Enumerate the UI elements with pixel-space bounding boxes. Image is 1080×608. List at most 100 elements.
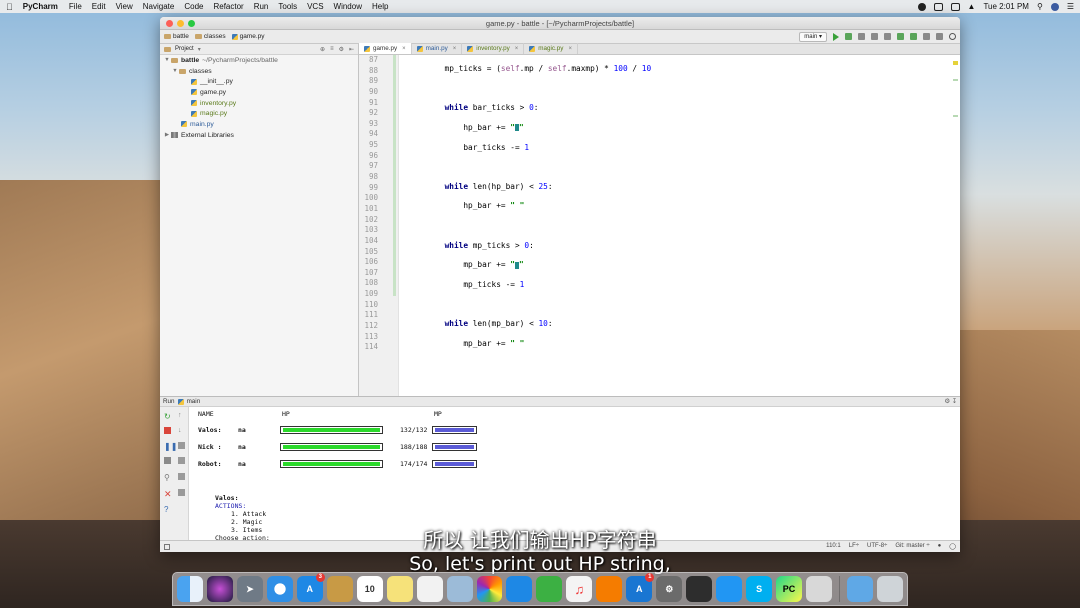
hide-panel-icon[interactable]: ⇤ — [349, 46, 354, 53]
close-tab-icon[interactable]: × — [453, 46, 457, 52]
clock[interactable]: Tue 2:01 PM — [983, 2, 1029, 11]
tree-item-inventory-py[interactable]: inventory.py — [160, 98, 358, 109]
collapse-all-icon[interactable]: ≡ — [330, 46, 334, 53]
launchpad-icon[interactable]: ➤ — [236, 576, 263, 602]
run-configuration-select[interactable]: main ▾ — [799, 31, 827, 42]
chevron-down-icon[interactable]: ▾ — [198, 46, 201, 53]
hide-panel-icon[interactable]: ↧ — [952, 398, 957, 405]
quicktime-icon[interactable] — [686, 576, 713, 602]
tree-item-external-libraries[interactable]: ▶ External Libraries — [160, 130, 358, 141]
gear-icon[interactable]: ⚙ — [339, 46, 344, 53]
menu-file[interactable]: File — [69, 2, 82, 11]
coverage-icon[interactable] — [858, 33, 865, 40]
apple-menu-icon[interactable]:  — [6, 2, 13, 12]
change-marker[interactable] — [953, 79, 958, 81]
menu-help[interactable]: Help — [372, 2, 388, 11]
vcs-update-icon[interactable] — [897, 33, 904, 40]
tab-game-py[interactable]: game.py × — [359, 43, 412, 54]
run-panel-config[interactable]: main — [187, 398, 201, 405]
notes-icon[interactable] — [326, 576, 353, 602]
reminders-icon[interactable] — [416, 576, 443, 602]
menu-run[interactable]: Run — [254, 2, 269, 11]
print-icon[interactable] — [178, 473, 185, 480]
vcs-revert-icon[interactable] — [936, 33, 943, 40]
messages-icon[interactable] — [716, 576, 743, 602]
spotlight-search-icon[interactable]: ⚲ — [1037, 2, 1043, 11]
breadcrumb-classes[interactable]: classes — [194, 33, 226, 40]
clear-all-icon[interactable] — [178, 489, 185, 496]
breadcrumb-battle[interactable]: battle — [164, 33, 189, 40]
zoom-window-button[interactable] — [188, 20, 195, 27]
display-icon[interactable] — [933, 2, 943, 11]
close-tab-icon[interactable]: × — [402, 46, 406, 52]
collapsed-arrow-icon[interactable]: ▶ — [163, 132, 171, 138]
expanded-arrow-icon[interactable]: ▼ — [171, 68, 179, 74]
tree-item-classes[interactable]: ▼ classes — [160, 66, 358, 77]
menu-tools[interactable]: Tools — [278, 2, 297, 11]
arrow-up-icon[interactable]: ↑ — [178, 412, 185, 419]
pycharm-icon[interactable]: PC — [776, 576, 803, 602]
finder-icon[interactable] — [177, 576, 203, 602]
record-icon[interactable] — [917, 2, 926, 11]
menu-navigate[interactable]: Navigate — [143, 2, 175, 11]
search-everywhere-icon[interactable] — [949, 33, 956, 40]
close-icon[interactable]: ✕ — [164, 489, 172, 499]
tab-magic-py[interactable]: magic.py × — [524, 43, 578, 54]
vcs-commit-icon[interactable] — [910, 33, 917, 40]
menu-refactor[interactable]: Refactor — [213, 2, 243, 11]
system-preferences-icon[interactable]: ⚙ — [656, 576, 683, 602]
menu-code[interactable]: Code — [184, 2, 203, 11]
menu-view[interactable]: View — [116, 2, 133, 11]
help-icon[interactable]: ? — [164, 505, 171, 514]
rerun-icon[interactable]: ↻ — [164, 412, 171, 421]
close-window-button[interactable] — [166, 20, 173, 27]
vcs-history-icon[interactable] — [923, 33, 930, 40]
messages-blue-icon[interactable] — [506, 576, 533, 602]
airplay-icon[interactable] — [950, 2, 960, 11]
ibooks-icon[interactable] — [596, 576, 623, 602]
soft-wrap-icon[interactable] — [178, 442, 185, 449]
facetime-icon[interactable] — [536, 576, 563, 602]
minimize-window-button[interactable] — [177, 20, 184, 27]
app-store-blue-icon[interactable]: A3 — [296, 573, 325, 602]
pause-icon[interactable]: ❚❚ — [164, 442, 177, 451]
project-view-select[interactable]: Project — [175, 46, 194, 52]
siri-icon[interactable] — [206, 576, 233, 602]
itunes-icon[interactable]: ♫ — [566, 576, 593, 602]
warning-marker[interactable] — [953, 61, 958, 65]
app-store-icon[interactable]: A1 — [626, 573, 655, 602]
safari-icon[interactable] — [266, 576, 293, 602]
stickies-icon[interactable] — [386, 576, 413, 602]
pin-icon[interactable]: ⚲ — [164, 473, 171, 482]
wifi-icon[interactable]: ▲ — [968, 2, 976, 11]
run-icon[interactable] — [833, 32, 839, 41]
tree-item-battle[interactable]: ▼ battle ~/PycharmProjects/battle — [160, 55, 358, 66]
tab-inventory-py[interactable]: inventory.py × — [462, 43, 525, 54]
menu-vcs[interactable]: VCS — [307, 2, 323, 11]
preview-icon[interactable] — [446, 576, 473, 602]
change-marker[interactable] — [953, 115, 958, 117]
notes-stack-icon[interactable] — [806, 576, 832, 602]
tree-item-main-py[interactable]: main.py — [160, 119, 358, 130]
debug-icon[interactable] — [845, 33, 852, 40]
skype-icon[interactable]: S — [746, 576, 773, 602]
profile-icon[interactable] — [871, 33, 878, 40]
trash-icon[interactable] — [876, 576, 903, 602]
console-output[interactable]: NAME HP MP Valos: na 132/132 Nick : na 1… — [189, 407, 960, 542]
arrow-down-icon[interactable]: ↓ — [178, 427, 185, 434]
close-tab-icon[interactable]: × — [568, 46, 572, 52]
tree-item-init-py[interactable]: __init__.py — [160, 76, 358, 87]
menu-window[interactable]: Window — [334, 2, 362, 11]
restore-layout-icon[interactable] — [164, 457, 171, 464]
notification-center-icon[interactable]: ☰ — [1067, 2, 1074, 11]
calendar-icon[interactable]: 10 — [356, 576, 383, 602]
sync-icon[interactable]: ⊕ — [320, 46, 325, 53]
scroll-to-end-icon[interactable] — [178, 457, 185, 464]
tab-main-py[interactable]: main.py × — [412, 43, 463, 54]
tree-item-magic-py[interactable]: magic.py — [160, 108, 358, 119]
gear-icon[interactable]: ⚙ — [944, 398, 950, 405]
stop-icon[interactable] — [164, 427, 171, 434]
photos-icon[interactable] — [476, 576, 503, 602]
concurrency-icon[interactable] — [884, 33, 891, 40]
menubar-app-name[interactable]: PyCharm — [23, 2, 58, 11]
